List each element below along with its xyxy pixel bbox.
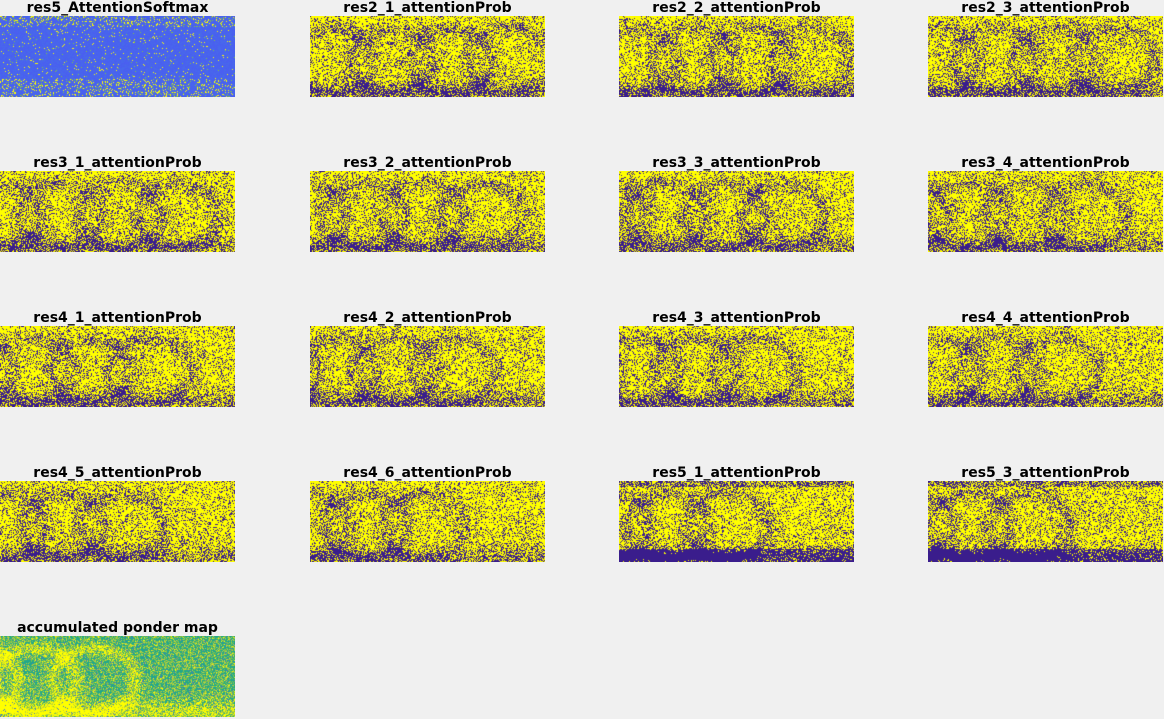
- panel-title: res5_3_attentionProb: [961, 465, 1130, 481]
- attention-heatmap-icon: [0, 326, 235, 407]
- attention-heatmap-icon: [928, 481, 1163, 562]
- attention-heatmap-icon: [928, 171, 1163, 252]
- figure-grid: res5_AttentionSoftmax res2_1_attentionPr…: [0, 0, 1164, 719]
- attention-heatmap-icon: [310, 171, 545, 252]
- attention-heatmap-icon: [619, 326, 854, 407]
- panel-title: res3_2_attentionProb: [343, 155, 512, 171]
- attention-heatmap-icon: [928, 16, 1163, 97]
- attention-heatmap-icon: [619, 16, 854, 97]
- attention-heatmap-icon: [0, 481, 235, 562]
- panel-title: res4_2_attentionProb: [343, 310, 512, 326]
- panel-title: res5_1_attentionProb: [652, 465, 821, 481]
- attention-heatmap-icon: [310, 326, 545, 407]
- panel-title: res3_1_attentionProb: [33, 155, 202, 171]
- attention-heatmap-icon: [0, 171, 235, 252]
- attention-heatmap-icon: [619, 171, 854, 252]
- panel-title: res2_2_attentionProb: [652, 0, 821, 16]
- panel-title: res4_4_attentionProb: [961, 310, 1130, 326]
- panel-title: res4_3_attentionProb: [652, 310, 821, 326]
- panel-title: res3_4_attentionProb: [961, 155, 1130, 171]
- attention-heatmap-icon: [310, 16, 545, 97]
- panel-title: res2_1_attentionProb: [343, 0, 512, 16]
- panel-title: accumulated ponder map: [17, 620, 218, 636]
- attention-heatmap-icon: [0, 16, 235, 97]
- attention-heatmap-icon: [310, 481, 545, 562]
- panel-title: res4_5_attentionProb: [33, 465, 202, 481]
- attention-heatmap-icon: [928, 326, 1163, 407]
- panel-title: res4_1_attentionProb: [33, 310, 202, 326]
- panel-title: res3_3_attentionProb: [652, 155, 821, 171]
- ponder-heatmap-icon: [0, 636, 235, 717]
- panel-title: res4_6_attentionProb: [343, 465, 512, 481]
- panel-title: res2_3_attentionProb: [961, 0, 1130, 16]
- panel-title: res5_AttentionSoftmax: [26, 0, 209, 16]
- attention-heatmap-icon: [619, 481, 854, 562]
